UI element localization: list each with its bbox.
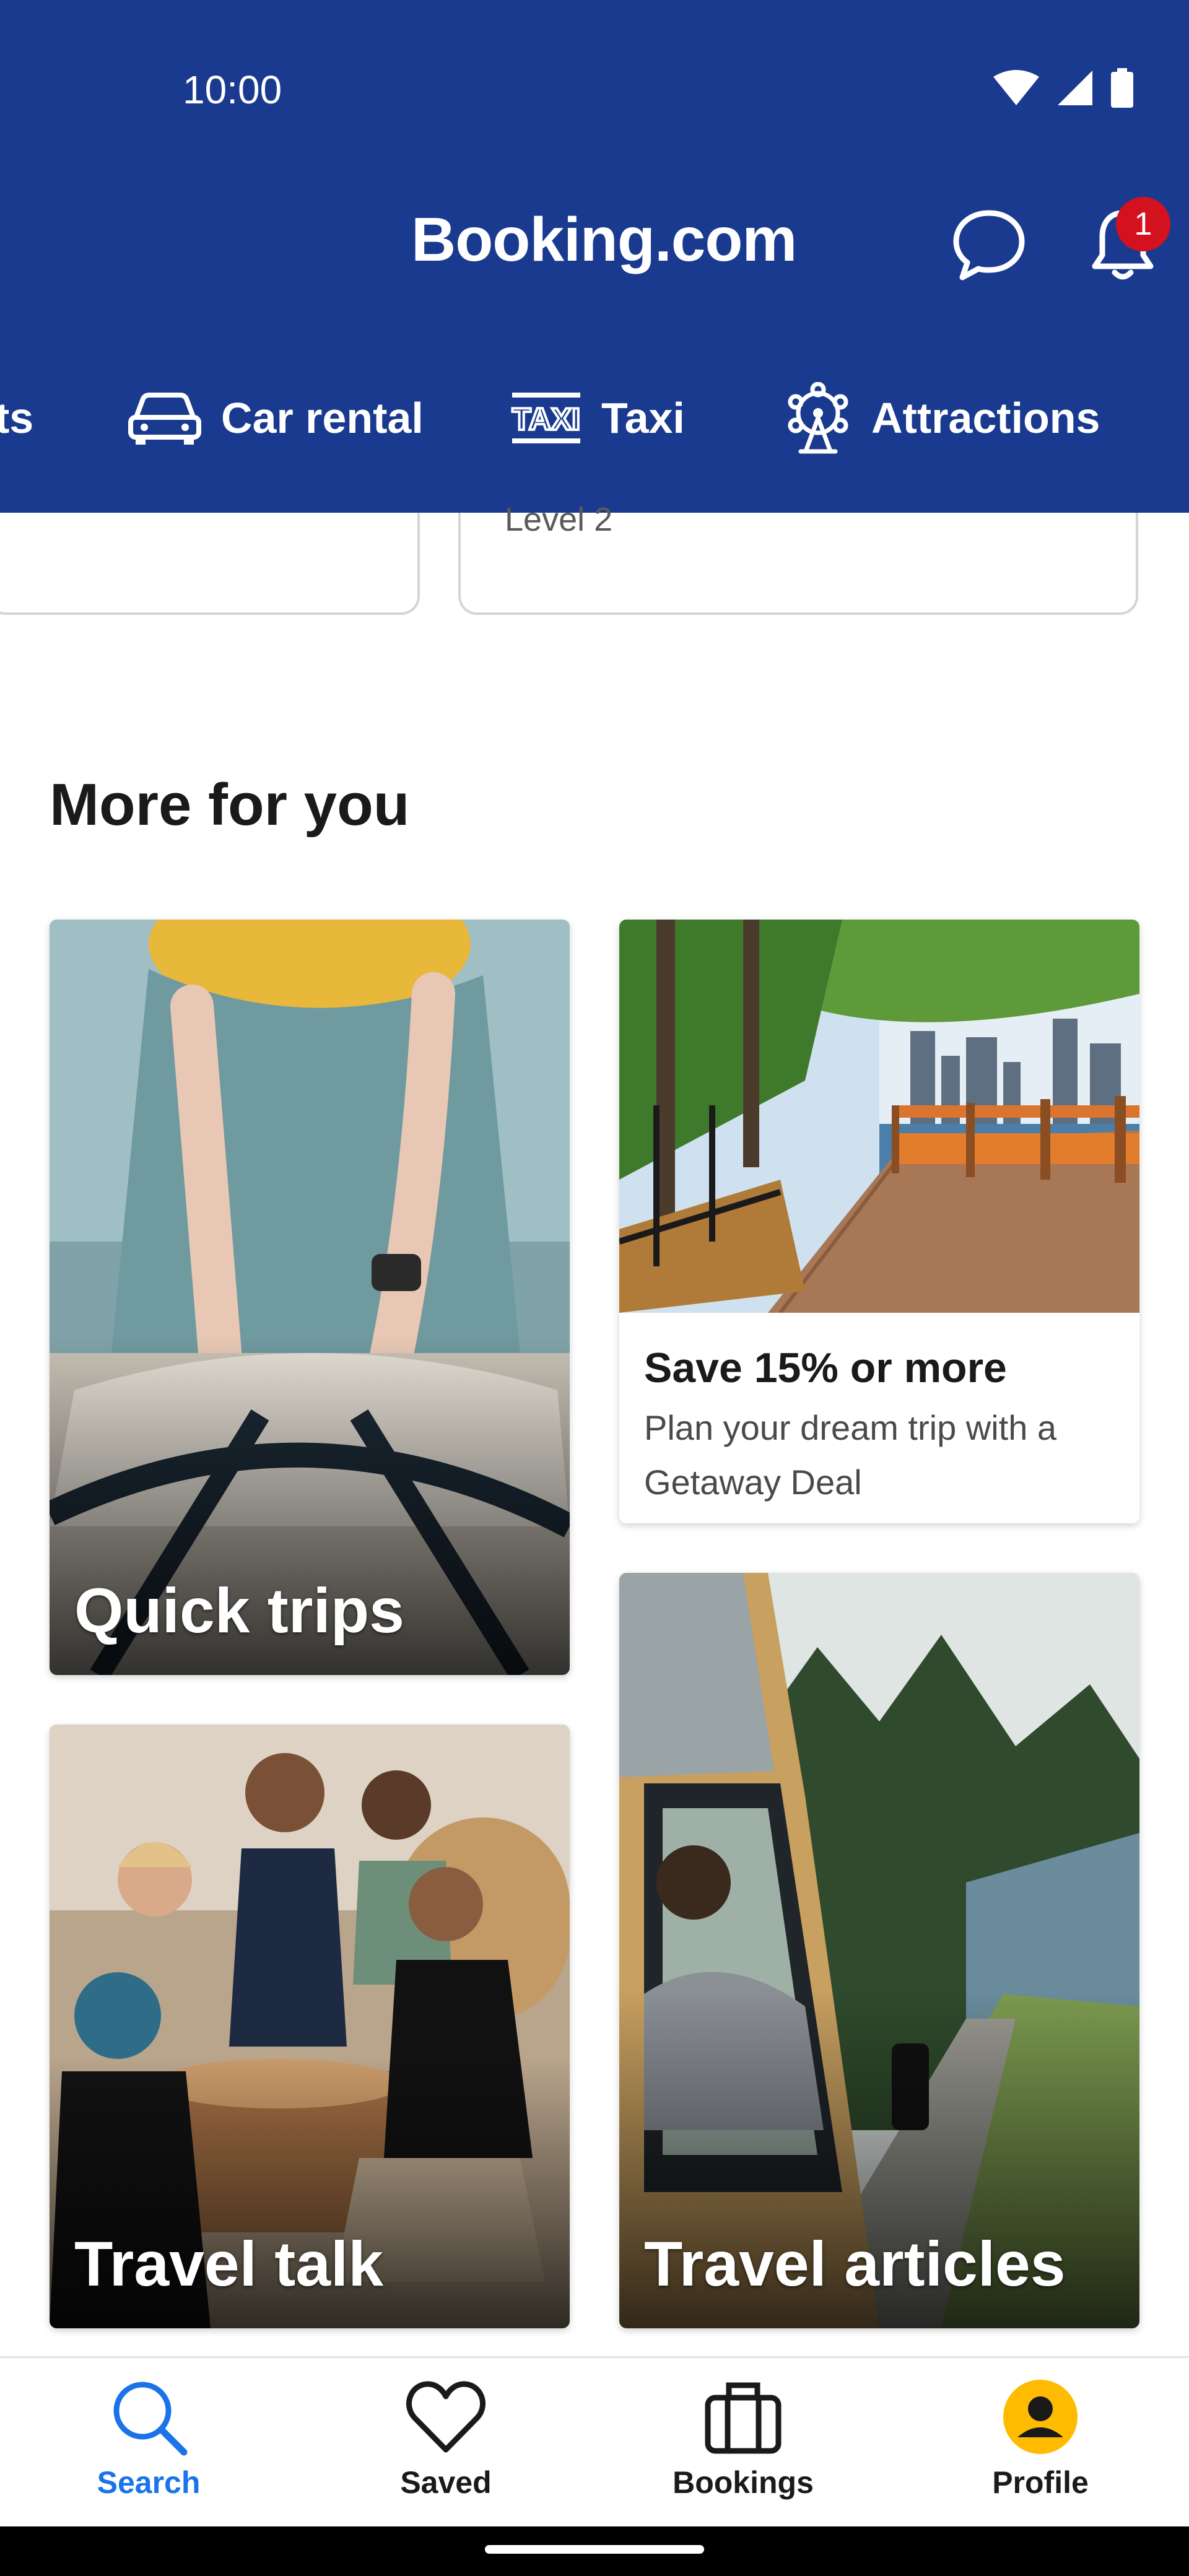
- tile-travel-articles[interactable]: Travel articles: [619, 1573, 1139, 2328]
- ferris-wheel-icon: [788, 382, 848, 454]
- deal-card-body: Save 15% or more Plan your dream trip wi…: [619, 1313, 1139, 1523]
- nav-item-taxi[interactable]: TAXI Taxi: [510, 372, 685, 464]
- notifications-button[interactable]: 1: [1082, 197, 1170, 285]
- bottom-nav-label: Profile: [992, 2465, 1089, 2500]
- tile-caption: Quick trips: [74, 1575, 404, 1646]
- deal-title: Save 15% or more: [644, 1344, 1007, 1391]
- taxi-icon: TAXI: [511, 393, 581, 443]
- nav-item-label: Taxi: [601, 394, 685, 442]
- brand-logo[interactable]: Booking.com: [411, 204, 797, 276]
- search-icon: [113, 2382, 188, 2456]
- bottom-nav-profile[interactable]: Profile: [947, 2377, 1133, 2500]
- app-header: 10:00 Booking.com 1 ts Car rental TAXI T…: [0, 0, 1189, 513]
- profile-icon: [1003, 2380, 1078, 2454]
- nav-item-label: Car rental: [221, 394, 424, 442]
- tile-travel-talk[interactable]: Travel talk: [50, 1725, 570, 2328]
- svg-text:TAXI: TAXI: [512, 402, 580, 437]
- messages-button[interactable]: [949, 204, 1029, 285]
- section-title: More for you: [50, 772, 410, 838]
- status-icons: [993, 68, 1133, 108]
- nav-item-label: ts: [0, 394, 34, 442]
- car-icon: [128, 393, 201, 445]
- bottom-nav-bookings[interactable]: Bookings: [650, 2377, 836, 2500]
- bottom-nav-saved[interactable]: Saved: [353, 2377, 539, 2500]
- waterfront-promenade-image: [619, 920, 1139, 1313]
- deal-description: Plan your dream trip with a Getaway Deal: [644, 1408, 1057, 1502]
- partial-card-text: Level 2: [505, 501, 613, 538]
- home-gesture-bar[interactable]: [485, 2545, 704, 2554]
- bottom-nav-label: Search: [97, 2465, 201, 2500]
- briefcase-icon: [705, 2382, 782, 2454]
- notification-badge: 1: [1116, 197, 1170, 251]
- partial-card-left[interactable]: [0, 513, 420, 615]
- tile-getaway-deal[interactable]: Save 15% or more Plan your dream trip wi…: [619, 920, 1139, 1523]
- chat-bubble-icon: [953, 210, 1025, 281]
- wifi-icon: [993, 70, 1039, 105]
- battery-icon: [1111, 68, 1133, 108]
- nav-item-car-rental[interactable]: Car rental: [127, 372, 424, 464]
- bottom-nav: Search Saved Bookings Profile: [0, 2356, 1189, 2526]
- tile-caption: Travel articles: [644, 2229, 1066, 2299]
- tile-caption: Travel talk: [74, 2229, 383, 2299]
- status-time: 10:00: [183, 67, 282, 112]
- tile-quick-trips[interactable]: Quick trips: [50, 920, 570, 1675]
- nav-item-attractions[interactable]: Attractions: [783, 372, 1100, 464]
- nav-item-stays[interactable]: ts: [0, 372, 33, 464]
- bottom-nav-label: Saved: [400, 2465, 492, 2500]
- bottom-nav-label: Bookings: [673, 2465, 814, 2500]
- signal-icon: [1058, 71, 1092, 105]
- category-nav: ts Car rental TAXI Taxi Attractions: [0, 372, 1189, 464]
- nav-item-label: Attractions: [871, 394, 1100, 442]
- bottom-nav-search[interactable]: Search: [56, 2377, 242, 2500]
- heart-icon: [406, 2381, 486, 2453]
